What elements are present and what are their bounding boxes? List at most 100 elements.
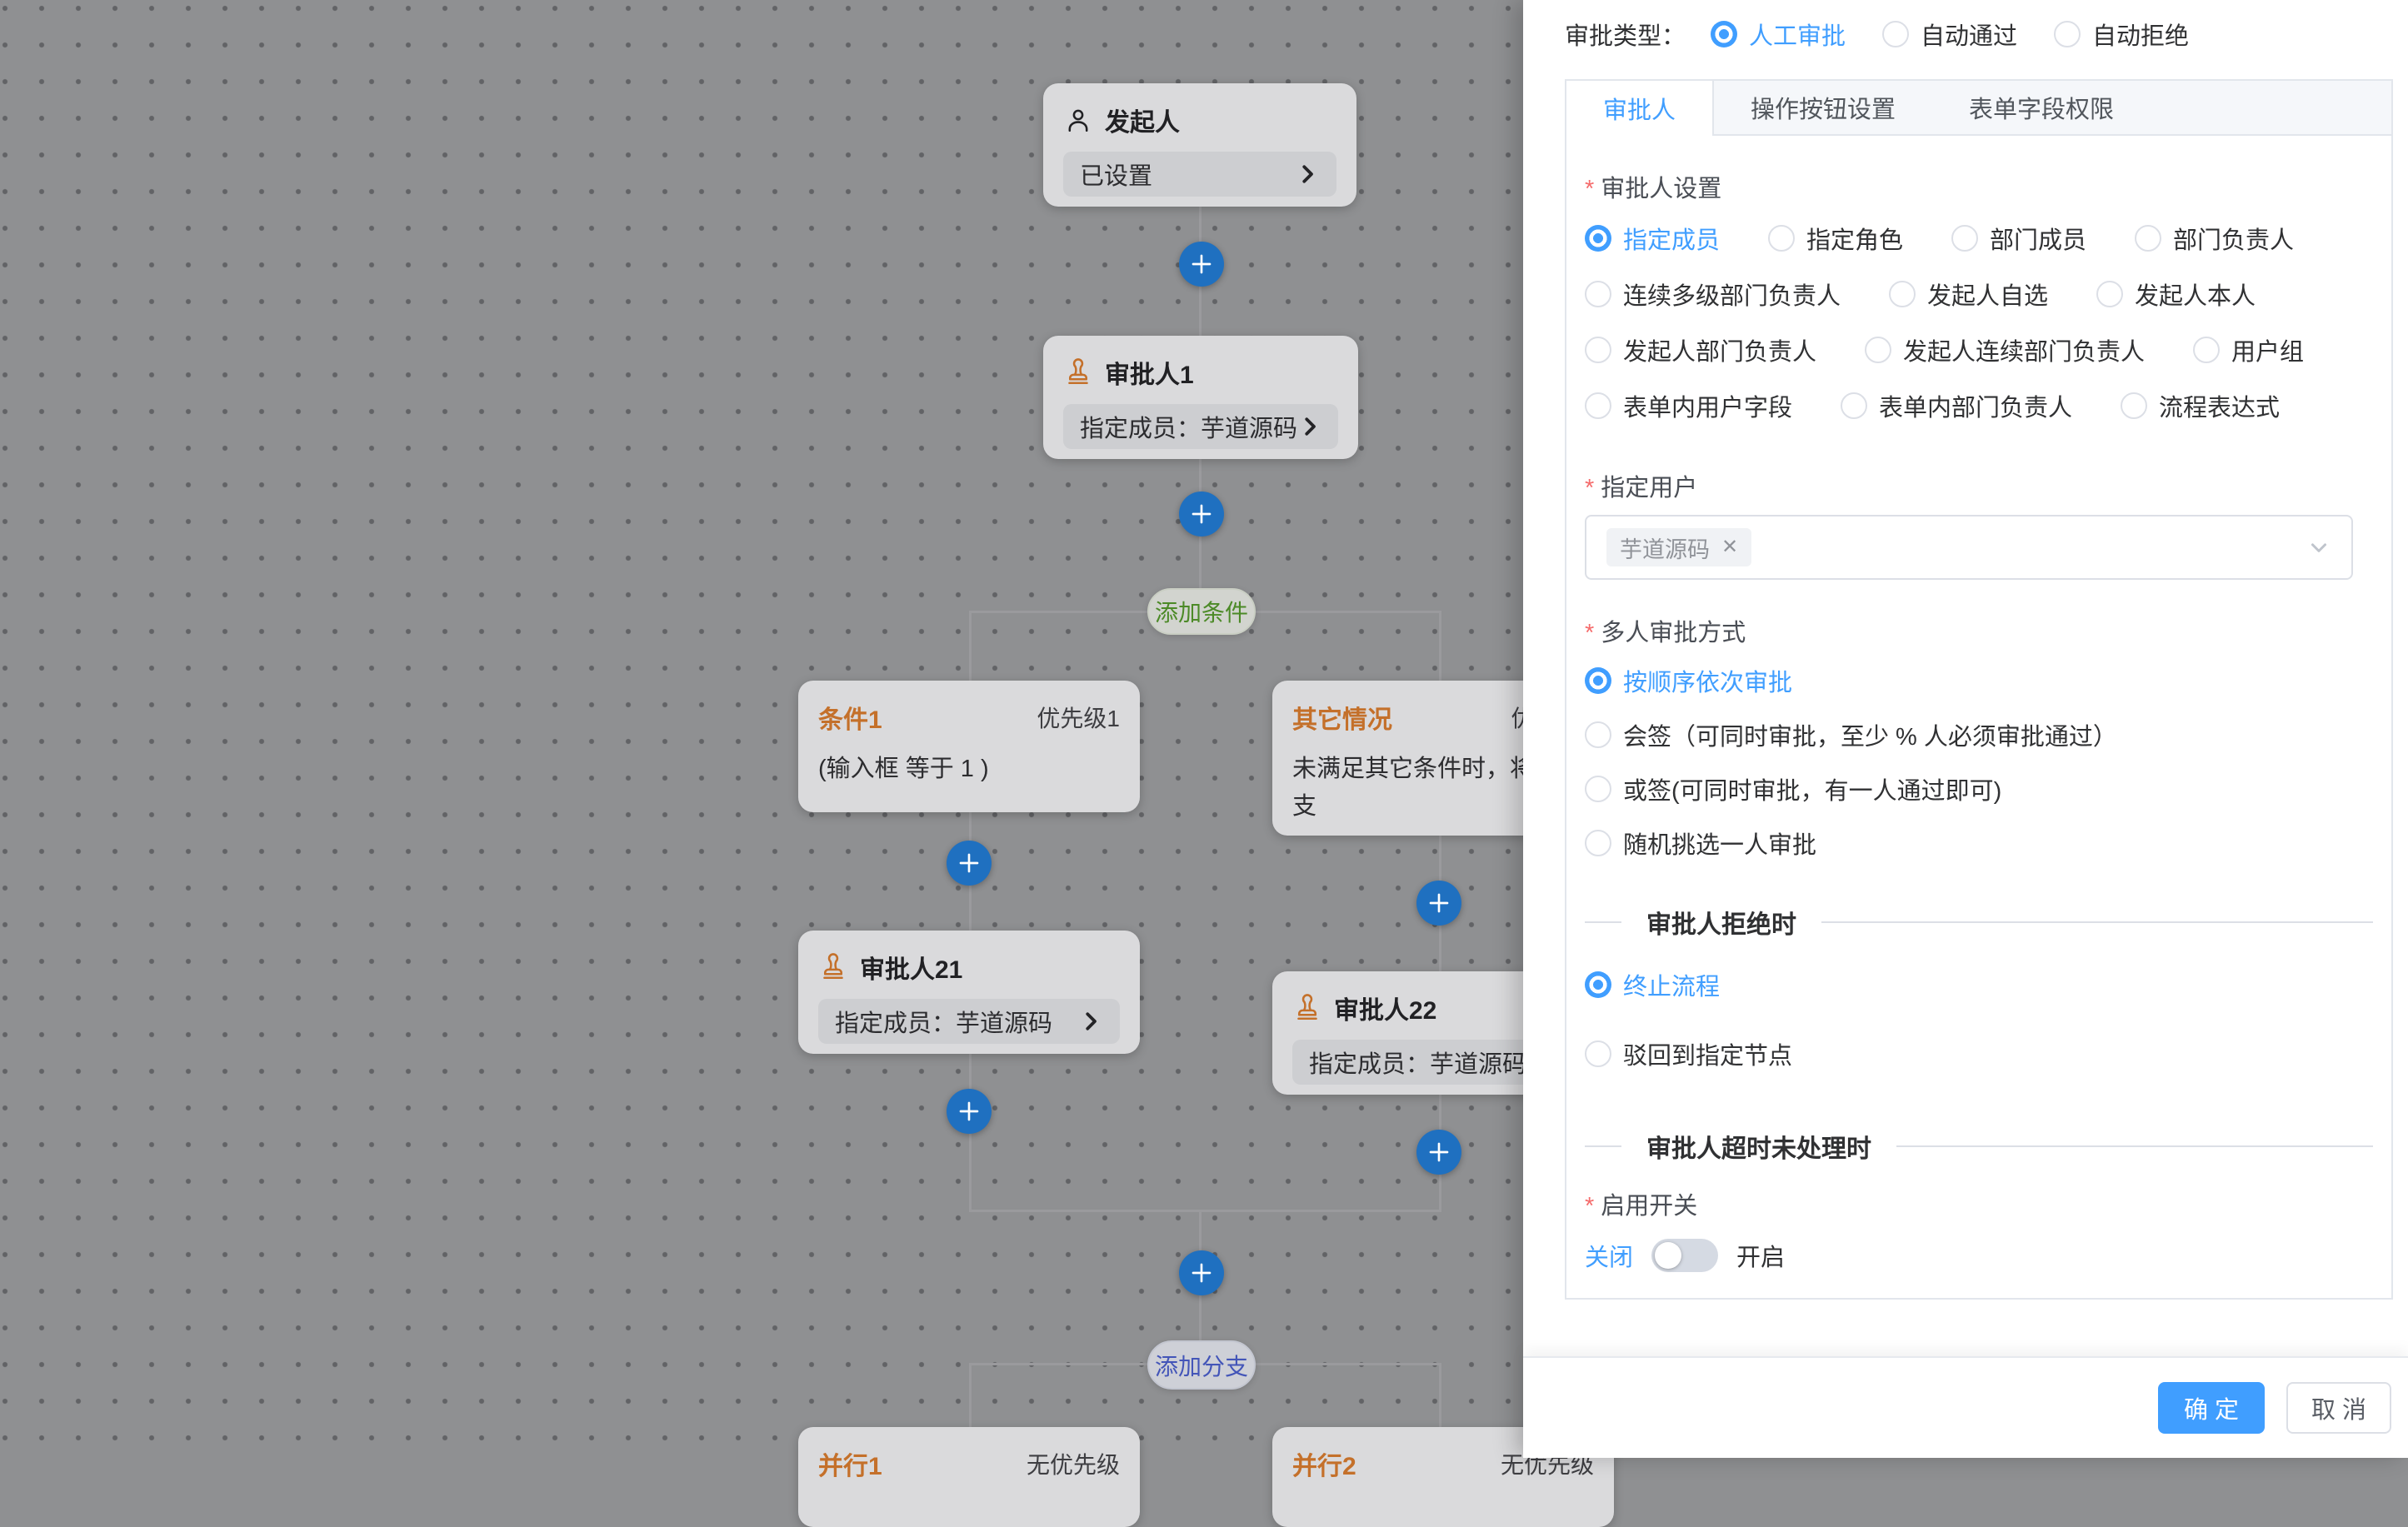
radio-initiator-choose[interactable]: 发起人自选 xyxy=(1889,277,2048,312)
radio-circle xyxy=(1585,971,1611,998)
radio-auto-pass[interactable]: 自动通过 xyxy=(1882,17,2017,52)
reject-section-title: 审批人拒绝时 xyxy=(1621,904,1821,941)
radio-label: 连续多级部门负责人 xyxy=(1623,277,1841,312)
radio-initiator-self[interactable]: 发起人本人 xyxy=(2096,277,2256,312)
radio-circle xyxy=(2054,21,2081,47)
node-title: 审批人1 xyxy=(1105,354,1194,391)
add-node-button[interactable] xyxy=(947,1089,992,1134)
radio-process-expression[interactable]: 流程表达式 xyxy=(2121,388,2280,423)
user-select[interactable]: 芋道源码 ✕ xyxy=(1585,515,2353,580)
tab-form-field-permissions[interactable]: 表单字段权限 xyxy=(1932,81,2151,134)
cancel-button[interactable]: 取 消 xyxy=(2286,1382,2391,1434)
chevron-right-icon xyxy=(1297,414,1322,439)
radio-orsign[interactable]: 或签(可同时审批，有一人通过即可) xyxy=(1585,775,2373,803)
node-config-row[interactable]: 指定成员：芋道源码 xyxy=(818,999,1120,1044)
radio-department-leader[interactable]: 部门负责人 xyxy=(2135,221,2294,256)
node-condition1[interactable]: 条件1 优先级1 (输入框 等于 1 ) xyxy=(798,681,1140,812)
required-asterisk: * xyxy=(1585,620,1594,647)
approval-type-row: 审批类型： 人工审批 自动通过 自动拒绝 xyxy=(1565,13,2189,55)
radio-label: 部门成员 xyxy=(1990,221,2086,256)
enable-switch-label: * 启用开关 xyxy=(1585,1186,2373,1215)
node-config-text: 指定成员：芋道源码 xyxy=(835,1004,1052,1039)
radio-initiator-multi-dept-leader[interactable]: 发起人连续部门负责人 xyxy=(1865,332,2145,367)
radio-circle xyxy=(1585,281,1611,307)
add-node-button[interactable] xyxy=(1179,242,1224,287)
assign-user-label: * 指定用户 xyxy=(1585,468,2373,497)
radio-return-to-node[interactable]: 驳回到指定节点 xyxy=(1585,1036,2373,1071)
add-condition-button[interactable]: 添加条件 xyxy=(1147,588,1256,635)
priority-label: 无优先级 xyxy=(1027,1447,1120,1480)
radio-circle xyxy=(1585,667,1611,694)
timeout-section-divider: 审批人超时未处理时 xyxy=(1585,1130,2373,1163)
node-parallel1[interactable]: 并行1 无优先级 xyxy=(798,1427,1140,1527)
radio-form-user-field[interactable]: 表单内用户字段 xyxy=(1585,388,1792,423)
radio-circle xyxy=(1585,225,1611,252)
node-approver21[interactable]: 审批人21 指定成员：芋道源码 xyxy=(798,931,1140,1054)
plus-icon xyxy=(1188,1260,1215,1286)
radio-label: 驳回到指定节点 xyxy=(1623,1036,1792,1071)
plus-icon xyxy=(1426,1139,1452,1165)
approver-setting-row1: 指定成员 指定角色 部门成员 部门负责人 xyxy=(1585,224,2373,252)
radio-circle xyxy=(1585,721,1611,748)
branch-merge-line xyxy=(969,1210,1441,1212)
radio-auto-reject[interactable]: 自动拒绝 xyxy=(2054,17,2189,52)
radio-multi-level-dept-leader[interactable]: 连续多级部门负责人 xyxy=(1585,277,1841,312)
tab-approver[interactable]: 审批人 xyxy=(1566,81,1714,136)
radio-label: 指定角色 xyxy=(1806,221,1903,256)
radio-terminate-process[interactable]: 终止流程 xyxy=(1585,967,2373,1002)
confirm-button[interactable]: 确 定 xyxy=(2158,1382,2265,1434)
plus-icon xyxy=(956,1098,982,1125)
drawer-footer: 确 定 取 消 xyxy=(1523,1356,2408,1458)
radio-form-dept-leader[interactable]: 表单内部门负责人 xyxy=(1841,388,2072,423)
stamp-icon xyxy=(1292,993,1322,1023)
tag-remove-icon[interactable]: ✕ xyxy=(1721,537,1738,557)
chevron-down-icon xyxy=(2306,535,2331,560)
radio-label: 会签（可同时审批，至少 % 人必须审批通过） xyxy=(1623,717,2117,752)
add-node-button[interactable] xyxy=(1416,881,1461,926)
enable-toggle[interactable] xyxy=(1651,1239,1718,1272)
node-config-text: 指定成员：芋道源码 xyxy=(1080,409,1297,444)
radio-user-group[interactable]: 用户组 xyxy=(2193,332,2304,367)
add-node-button[interactable] xyxy=(947,841,992,886)
radio-designated-role[interactable]: 指定角色 xyxy=(1768,221,1903,256)
stamp-icon xyxy=(818,952,848,982)
radio-label: 发起人部门负责人 xyxy=(1623,332,1816,367)
radio-circle xyxy=(2193,337,2220,363)
approver-setting-row2: 连续多级部门负责人 发起人自选 发起人本人 xyxy=(1585,280,2373,308)
radio-label: 指定成员 xyxy=(1623,221,1720,256)
connector-line xyxy=(1439,1363,1441,1427)
tab-action-buttons[interactable]: 操作按钮设置 xyxy=(1714,81,1932,134)
radio-random-one[interactable]: 随机挑选一人审批 xyxy=(1585,829,2373,857)
add-node-button[interactable] xyxy=(1416,1130,1461,1175)
radio-circle xyxy=(1768,225,1795,252)
node-config-row[interactable]: 已设置 xyxy=(1063,152,1336,197)
plus-icon xyxy=(1426,890,1452,916)
tab-bar: 审批人 操作按钮设置 表单字段权限 xyxy=(1566,81,2391,136)
empty-approver-section-title: 审批人为空时 xyxy=(1621,1291,1821,1298)
approver-config-drawer: 审批类型： 人工审批 自动通过 自动拒绝 审批人 操作按钮设置 表单字段权限 xyxy=(1523,0,2408,1458)
radio-department-member[interactable]: 部门成员 xyxy=(1951,221,2086,256)
radio-sequential-approve[interactable]: 按顺序依次审批 xyxy=(1585,666,2373,695)
node-title: 条件1 xyxy=(818,699,882,736)
node-title: 审批人21 xyxy=(860,949,962,986)
radio-label: 发起人自选 xyxy=(1927,277,2048,312)
radio-manual-approve[interactable]: 人工审批 xyxy=(1711,17,1846,52)
radio-designated-member[interactable]: 指定成员 xyxy=(1585,221,1720,256)
radio-countersign[interactable]: 会签（可同时审批，至少 % 人必须审批通过） xyxy=(1585,721,2373,749)
radio-initiator-dept-leader[interactable]: 发起人部门负责人 xyxy=(1585,332,1816,367)
condition-expression: (输入框 等于 1 ) xyxy=(818,751,1120,788)
connector-line xyxy=(969,1363,972,1427)
node-approver1[interactable]: 审批人1 指定成员：芋道源码 xyxy=(1043,336,1358,459)
node-config-row[interactable]: 指定成员：芋道源码 xyxy=(1063,404,1338,449)
add-node-button[interactable] xyxy=(1179,492,1224,536)
node-title: 发起人 xyxy=(1105,102,1180,138)
tab-label: 审批人 xyxy=(1603,91,1676,126)
radio-label: 终止流程 xyxy=(1623,967,1720,1002)
node-start[interactable]: 发起人 已设置 xyxy=(1043,83,1356,207)
add-branch-button[interactable]: 添加分支 xyxy=(1147,1340,1256,1390)
radio-circle xyxy=(1841,392,1867,419)
chevron-right-icon xyxy=(1295,162,1320,187)
add-node-button[interactable] xyxy=(1179,1250,1224,1295)
approval-type-label: 审批类型： xyxy=(1565,17,1686,52)
stamp-icon xyxy=(1063,357,1093,387)
